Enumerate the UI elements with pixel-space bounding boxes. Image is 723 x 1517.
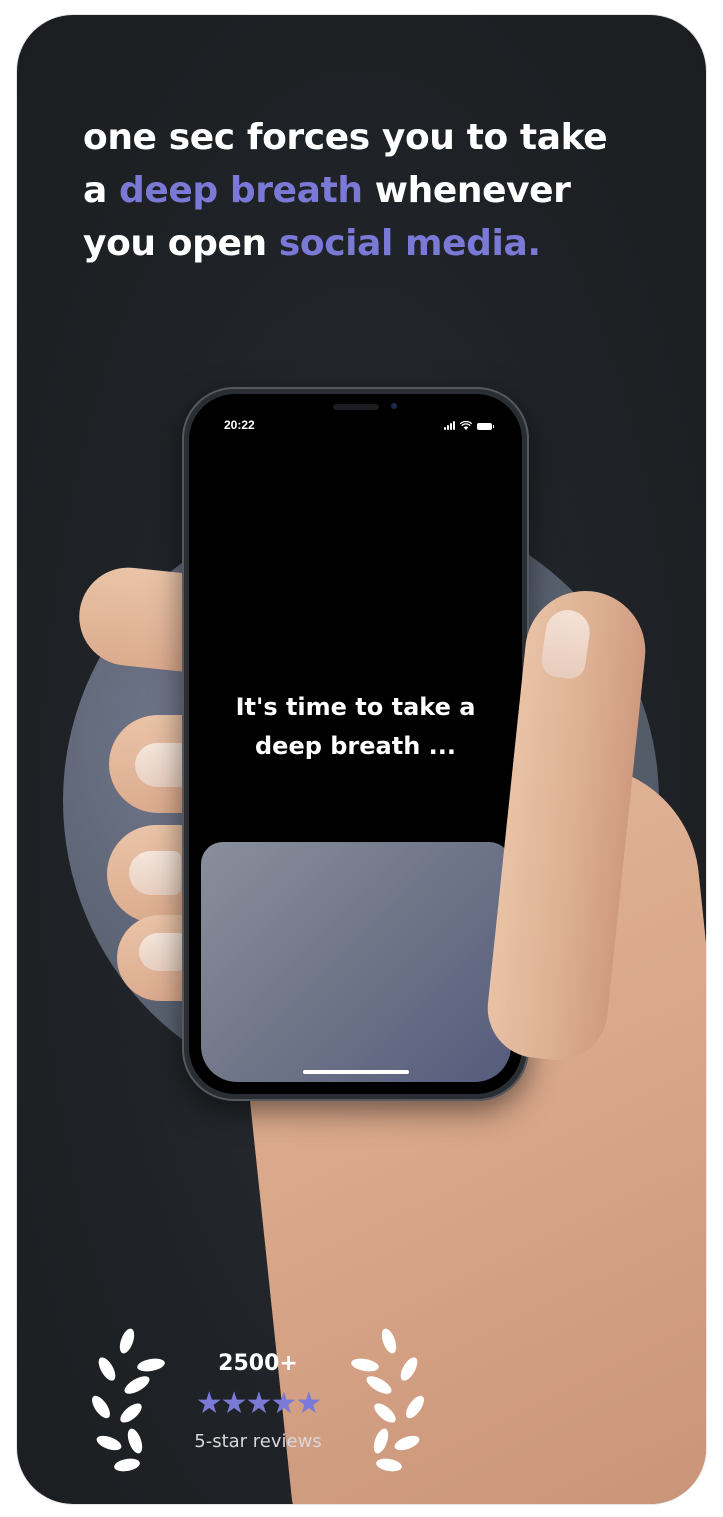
phone-mockup: 20:22 It's time to take a deep breath ..…: [182, 387, 529, 1101]
signal-icon: [444, 421, 455, 430]
reviews-badge: 2500+ ★★★★★ 5-star reviews: [87, 1325, 447, 1475]
review-label: 5-star reviews: [194, 1431, 322, 1452]
review-count: 2500+: [218, 1351, 298, 1376]
screenshot-card: one sec forces you to take a deep breath…: [17, 15, 706, 1504]
phone-camera: [391, 403, 397, 409]
fingernail: [139, 933, 185, 971]
breath-message-line-1: It's time to take a: [235, 693, 476, 721]
wifi-icon: [460, 421, 472, 430]
phone-screen: 20:22 It's time to take a deep breath ..…: [189, 394, 522, 1094]
fingernail: [135, 743, 187, 787]
star-rating: ★★★★★: [195, 1386, 322, 1421]
laurel-left-icon: [92, 1328, 165, 1472]
status-bar-time: 20:22: [224, 418, 255, 432]
laurel-right-icon: [351, 1328, 424, 1472]
headline-line-2-suffix: whenever: [362, 170, 571, 211]
battery-icon: [477, 423, 494, 430]
headline-line-1: one sec forces you to take: [83, 117, 608, 158]
home-indicator[interactable]: [303, 1070, 409, 1074]
headline-highlight-social-media: social media.: [278, 223, 541, 264]
breath-animation-panel: [201, 842, 511, 1082]
status-bar-icons: [444, 421, 494, 430]
breath-message: It's time to take a deep breath ...: [189, 688, 522, 766]
headline-highlight-deep-breath: deep breath: [119, 170, 363, 211]
phone-speaker: [333, 404, 379, 410]
breath-message-line-2: deep breath ...: [254, 732, 457, 760]
fingernail: [129, 851, 181, 895]
headline-line-2-prefix: a: [83, 170, 120, 211]
headline: one sec forces you to take a deep breath…: [83, 111, 683, 270]
headline-line-3-prefix: you open: [83, 223, 279, 264]
